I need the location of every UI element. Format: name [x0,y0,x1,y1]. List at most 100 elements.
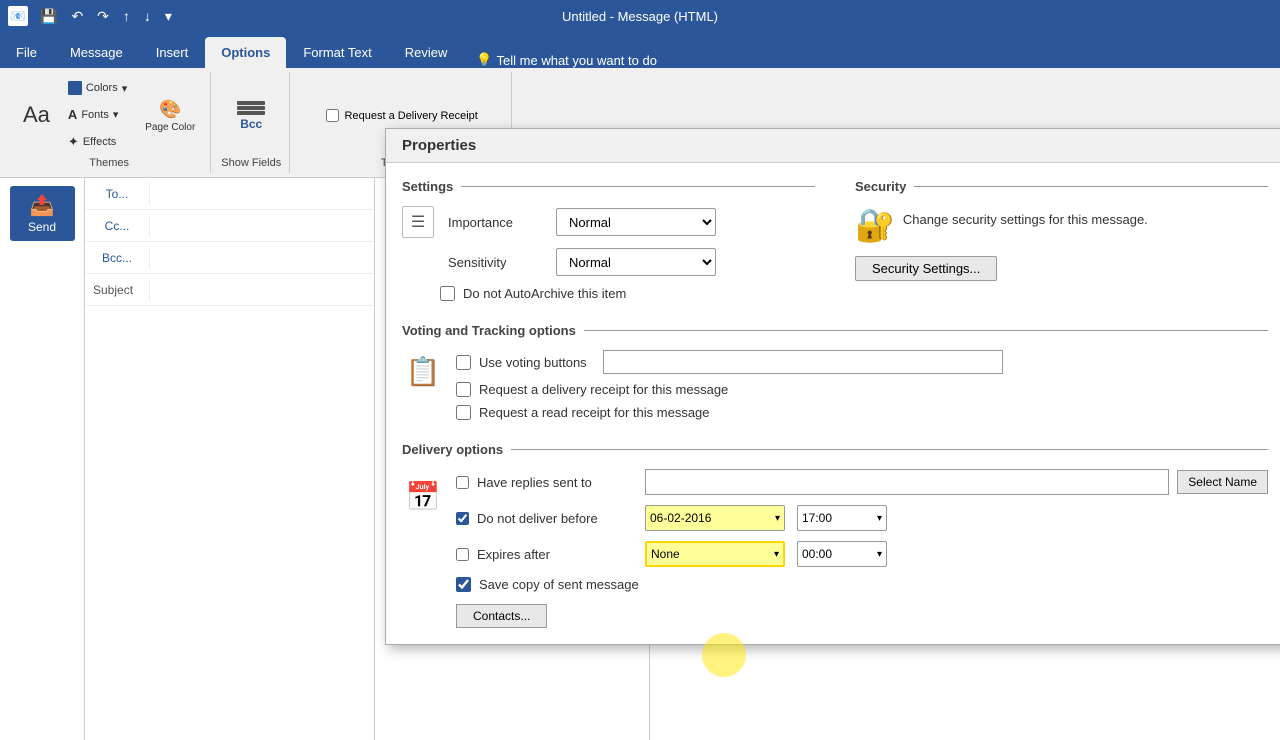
voting-content: 📋 Use voting buttons Request a delivery … [402,350,1268,428]
save-copy-row: Save copy of sent message [456,577,1268,592]
contacts-button[interactable]: Contacts... [456,604,547,628]
bcc-line1 [237,101,265,105]
bcc-line3 [237,111,265,115]
to-input[interactable] [150,183,374,205]
show-fields-label: Show Fields [221,157,281,169]
page-color-label: Page Color [145,122,195,133]
request-read-checkbox[interactable] [456,405,471,420]
deliver-before-time-value: 17:00 [802,511,877,525]
use-voting-row: Use voting buttons [456,350,1003,374]
send-button[interactable]: 📤 Send [10,186,75,241]
settings-col: Settings ☰ Importance Low Normal High [402,179,815,309]
delivery-line [511,449,1268,450]
down-button[interactable]: ↓ [140,6,155,26]
importance-select[interactable]: Low Normal High [556,208,716,236]
delivery-receipt-checkbox[interactable] [326,109,339,122]
save-copy-label: Save copy of sent message [479,577,639,592]
cc-button[interactable]: Cc... [85,215,150,237]
expires-date[interactable]: None ▾ [645,541,785,567]
bcc-icon-group [237,101,265,115]
bcc-input[interactable] [150,247,374,269]
voting-section: Voting and Tracking options 📋 Use voting… [402,323,1268,428]
replies-checkbox[interactable] [456,476,469,489]
deliver-before-checkbox[interactable] [456,512,469,525]
fonts-button[interactable]: A Fonts ▾ [61,102,134,127]
voting-icon-box: 📋 [402,350,444,392]
delivery-icon: 📅 [406,480,441,513]
effects-icon: ✦ [68,134,79,150]
tab-insert[interactable]: Insert [140,37,205,68]
settings-security-row: Settings ☰ Importance Low Normal High [402,179,1268,309]
bcc-addr-button[interactable]: Bcc... [85,247,150,269]
to-button[interactable]: To... [85,183,150,205]
save-copy-checkbox[interactable] [456,577,471,592]
voting-line [584,330,1268,331]
sensitivity-select[interactable]: Normal Personal Private Confidential [556,248,716,276]
fonts-dropdown: ▾ [113,108,119,121]
deliver-before-time[interactable]: 17:00 ▾ [797,505,887,531]
fonts-icon: A [68,107,77,122]
contacts-row: Contacts... [456,600,1268,628]
subject-input[interactable] [150,279,374,301]
expires-time[interactable]: 00:00 ▾ [797,541,887,567]
expires-date-value: None [651,547,774,561]
cc-input[interactable] [150,215,374,237]
tell-me-bar[interactable]: 💡 Tell me what you want to do [464,52,669,68]
bcc-label: Bcc [240,117,262,131]
replies-input[interactable] [645,469,1169,495]
read-receipt-row: Request a read receipt for this message [456,405,1003,420]
select-name-button[interactable]: Select Name [1177,470,1268,494]
autoarchive-row: Do not AutoArchive this item [440,286,815,301]
title-bar-left: 📧 💾 ↶ ↷ ↑ ↓ ▾ [8,6,176,27]
delivery-section: Delivery options 📅 Have replies sent to … [402,442,1268,628]
bcc-line2 [237,106,265,110]
security-header: Security [855,179,1268,194]
delivery-title: Delivery options [402,442,503,457]
themes-button[interactable]: Aa [16,99,57,133]
delivery-receipt-label: Request a Delivery Receipt [345,110,478,122]
importance-icon-box: ☰ [402,206,434,238]
tab-review[interactable]: Review [389,37,464,68]
request-delivery-checkbox[interactable] [456,382,471,397]
deliver-before-date-arrow: ▾ [775,513,780,524]
address-area: To... Cc... Bcc... Subject [85,178,375,740]
delivery-receipt-check-row: Request a delivery receipt for this mess… [456,382,1003,397]
bcc-button[interactable]: Bcc [230,96,272,136]
show-fields-items: Bcc [230,76,272,155]
deliver-before-row: Do not deliver before 06-02-2016 ▾ 17:00… [456,505,1268,531]
themes-icon: Aa [23,104,50,126]
effects-button[interactable]: ✦ Effects [61,129,134,155]
colors-button[interactable]: Colors ▾ [61,76,134,100]
send-panel: 📤 Send [0,178,85,740]
security-settings-button[interactable]: Security Settings... [855,256,997,281]
use-voting-checkbox[interactable] [456,355,471,370]
colors-dropdown: ▾ [122,82,128,95]
ribbon-tabs-row: File Message Insert Options Format Text … [0,32,1280,68]
expires-checkbox[interactable] [456,548,469,561]
delivery-content: 📅 Have replies sent to Select Name Do no… [402,469,1268,628]
tab-formattext[interactable]: Format Text [287,37,387,68]
tab-options[interactable]: Options [205,37,286,68]
redo-button[interactable]: ↷ [93,6,113,27]
up-button[interactable]: ↑ [119,6,134,26]
themes-group: Aa Colors ▾ A Fonts ▾ ✦ Effects [8,72,211,173]
voting-checkboxes: Use voting buttons Request a delivery re… [456,350,1003,428]
subject-row: Subject [85,274,374,306]
tab-message[interactable]: Message [54,37,139,68]
quick-access-toolbar: 💾 ↶ ↷ ↑ ↓ ▾ [36,6,176,27]
page-color-button[interactable]: 🎨 Page Color [138,94,202,138]
delivery-header: Delivery options [402,442,1268,457]
undo-button[interactable]: ↶ [67,6,87,27]
save-button[interactable]: 💾 [36,6,61,27]
autoarchive-checkbox[interactable] [440,286,455,301]
voting-buttons-input[interactable] [603,350,1003,374]
cc-row: Cc... [85,210,374,242]
tab-file[interactable]: File [0,37,53,68]
colors-swatch [68,81,82,95]
deliver-before-time-arrow: ▾ [877,513,882,524]
use-voting-label: Use voting buttons [479,355,587,370]
deliver-before-date[interactable]: 06-02-2016 ▾ [645,505,785,531]
fonts-label: Fonts [81,109,109,121]
window-title: Untitled - Message (HTML) [562,9,718,24]
dropdown-button[interactable]: ▾ [161,6,176,27]
